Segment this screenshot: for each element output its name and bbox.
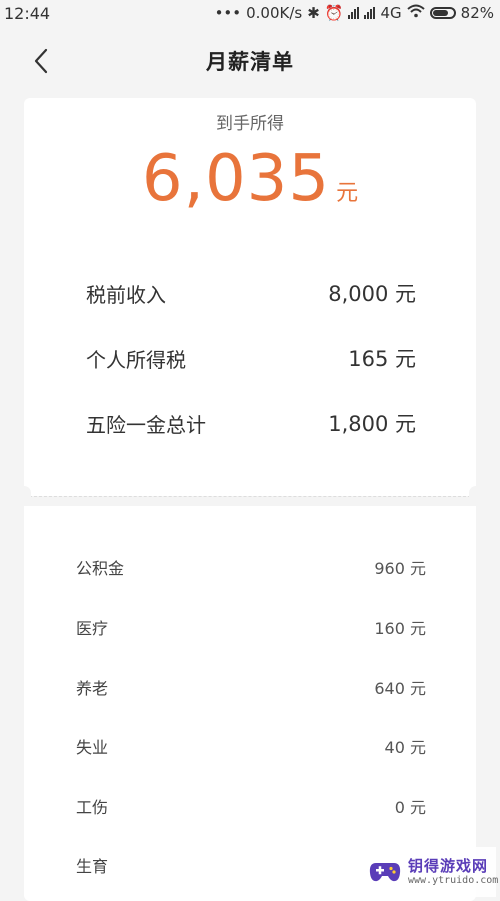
summary-row-pretax: 税前收入 8,000 元 [86, 278, 416, 308]
summary-row-value: 1,800 元 [328, 412, 416, 436]
signal-icon [348, 7, 360, 19]
take-home-unit: 元 [336, 181, 359, 206]
gamepad-logo-icon [368, 854, 402, 890]
watermark-title: 钥得游戏网 [408, 857, 489, 876]
card-notch-right [469, 486, 483, 506]
take-home-value: 6,035 元 [24, 142, 476, 216]
detail-row-value: 160 元 [374, 619, 426, 638]
salary-summary-card: 到手所得 6,035 元 税前收入 8,000 元 个人所得税 165 元 五险一… [24, 98, 476, 496]
summary-row-income-tax: 个人所得税 165 元 [86, 343, 416, 373]
page-title: 月薪清单 [206, 50, 294, 74]
take-home-label: 到手所得 [216, 114, 284, 134]
detail-row-label: 失业 [76, 738, 109, 757]
take-home-amount: 6,035 [141, 142, 331, 216]
status-bar: 12:44 ••• 0.00K/s ✱ ⏰ 4G 82% [0, 0, 500, 26]
summary-row-insurance-total: 五险一金总计 1,800 元 [86, 408, 416, 438]
signal-icon [364, 7, 376, 19]
detail-row-label: 公积金 [76, 559, 125, 578]
summary-row-label: 个人所得税 [86, 347, 186, 372]
alarm-icon: ⏰ [324, 4, 344, 22]
detail-row-value: 40 元 [384, 738, 426, 757]
app-header: 月薪清单 [0, 26, 500, 96]
detail-row-value: 960 元 [374, 559, 426, 578]
summary-row-label: 税前收入 [86, 282, 166, 307]
bluetooth-icon: ✱ [307, 4, 320, 22]
detail-row-work-injury: 工伤 0 元 [76, 794, 426, 818]
detail-row-medical: 医疗 160 元 [76, 615, 426, 639]
network-type: 4G [380, 4, 402, 22]
detail-row-label: 医疗 [76, 619, 109, 638]
watermark-url: www.ytruido.com [408, 874, 499, 886]
network-speed: 0.00K/s [246, 4, 303, 22]
chevron-left-icon[interactable] [26, 46, 56, 76]
card-divider [24, 496, 476, 498]
detail-row-unemployment: 失业 40 元 [76, 734, 426, 758]
watermark: 钥得游戏网 www.ytruido.com [368, 847, 498, 897]
summary-row-value: 8,000 元 [328, 282, 416, 306]
dots-icon: ••• [214, 4, 242, 22]
summary-row-label: 五险一金总计 [86, 412, 206, 437]
watermark-text: 钥得游戏网 www.ytruido.com [408, 858, 498, 886]
salary-detail-card: 公积金 960 元 医疗 160 元 养老 640 元 失业 40 元 工伤 0… [24, 506, 476, 901]
detail-row-value: 0 元 [394, 798, 426, 817]
detail-row-label: 生育 [76, 857, 109, 876]
detail-row-label: 工伤 [76, 798, 109, 817]
detail-row-housing-fund: 公积金 960 元 [76, 555, 426, 579]
battery-icon [429, 7, 456, 19]
wifi-icon [406, 4, 425, 22]
detail-row-value: 640 元 [374, 679, 426, 698]
status-time: 12:44 [4, 3, 51, 23]
battery-level: 82% [460, 4, 494, 22]
summary-row-value: 165 元 [348, 347, 416, 371]
card-notch-left [17, 486, 31, 506]
status-icons: ••• 0.00K/s ✱ ⏰ 4G 82% [215, 4, 500, 22]
detail-row-pension: 养老 640 元 [76, 675, 426, 699]
detail-row-label: 养老 [76, 679, 109, 698]
